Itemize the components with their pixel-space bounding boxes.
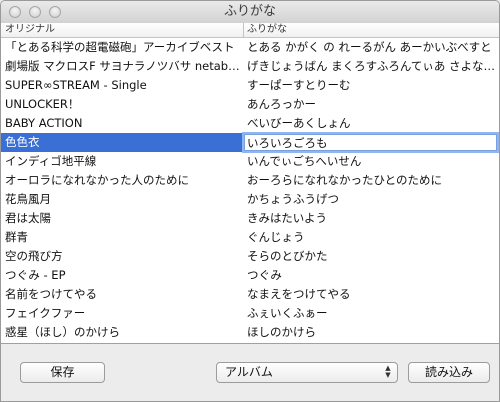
column-divider[interactable] <box>243 23 244 37</box>
original-cell: 「とある科学の超電磁砲」アーカイブベスト <box>5 40 235 54</box>
save-button[interactable]: 保存 <box>20 362 105 383</box>
original-cell: 惑星（ほし）のかけら <box>5 325 120 339</box>
furigana-cell: とある かがく の れーるがん あーかいぶべすと <box>247 40 492 54</box>
original-cell: つぐみ - EP <box>5 268 66 282</box>
furigana-cell: げきじょうばん まくろすふろんてぃあ さよならのつばさ <box>247 59 497 73</box>
table-row[interactable]: 空の飛び方 そらのとびかた <box>1 247 499 266</box>
table-header: オリジナル ふりがな <box>1 23 499 38</box>
original-cell: 君は太陽 <box>5 211 51 225</box>
furigana-cell: おーろらになれなかったひとのために <box>247 173 443 187</box>
table-row[interactable]: 惑星（ほし）のかけら ほしのかけら <box>1 323 499 342</box>
furigana-edit-field[interactable]: いろいろごろも <box>244 134 497 151</box>
column-header-original[interactable]: オリジナル <box>5 23 241 37</box>
up-down-arrows-icon: ▲ ▼ <box>385 364 391 379</box>
table-row[interactable]: 君は太陽 きみはたいよう <box>1 209 499 228</box>
table-row[interactable]: SUPER∞STREAM - Single すーぱーすとりーむ <box>1 76 499 95</box>
furigana-cell: つぐみ <box>247 268 282 282</box>
table-row[interactable]: UNLOCKER！ あんろっかー <box>1 95 499 114</box>
furigana-cell: あんろっかー <box>247 97 316 111</box>
table-body: 「とある科学の超電磁砲」アーカイブベスト とある かがく の れーるがん あーかい… <box>1 38 499 342</box>
original-cell: 色色衣 <box>5 135 40 149</box>
original-cell: 名前をつけてやる <box>5 287 97 301</box>
original-cell: 花鳥風月 <box>5 192 51 206</box>
original-cell: 空の飛び方 <box>5 249 63 263</box>
furigana-cell: きみはたいよう <box>247 211 328 225</box>
furigana-cell: すーぱーすとりーむ <box>247 78 351 92</box>
table-row-selected[interactable]: 色色衣 いろいろごろも <box>1 133 499 152</box>
furigana-cell: ふぇいくふぁー <box>247 306 328 320</box>
original-cell: インディゴ地平線 <box>5 154 97 168</box>
column-header-furigana[interactable]: ふりがな <box>247 23 497 37</box>
original-cell: UNLOCKER！ <box>5 97 80 111</box>
furigana-table[interactable]: オリジナル ふりがな 「とある科学の超電磁砲」アーカイブベスト とある かがく の… <box>1 23 499 344</box>
window-title: ふりがな <box>223 4 276 19</box>
furigana-cell: ほしのかけら <box>247 325 316 339</box>
original-cell: SUPER∞STREAM - Single <box>5 78 147 92</box>
furigana-cell: ぐんじょう <box>247 230 305 244</box>
category-select[interactable]: アルバム ▲ ▼ <box>216 362 398 383</box>
furigana-cell: べいびーあくしょん <box>247 116 351 130</box>
original-cell: オーロラになれなかった人のために <box>5 173 189 187</box>
table-row[interactable]: 名前をつけてやる なまえをつけてやる <box>1 285 499 304</box>
furigana-cell: かちょうふうげつ <box>247 192 339 206</box>
table-row[interactable]: 「とある科学の超電磁砲」アーカイブベスト とある かがく の れーるがん あーかい… <box>1 38 499 57</box>
table-row[interactable]: フェイクファー ふぇいくふぁー <box>1 304 499 323</box>
table-row[interactable]: 群青 ぐんじょう <box>1 228 499 247</box>
title-bar: ふりがな <box>1 1 499 24</box>
table-row[interactable]: 花鳥風月 かちょうふうげつ <box>1 190 499 209</box>
original-cell: BABY ACTION <box>5 116 83 130</box>
original-cell: フェイクファー <box>5 306 86 320</box>
table-row[interactable]: BABY ACTION べいびーあくしょん <box>1 114 499 133</box>
table-row[interactable]: オーロラになれなかった人のために おーろらになれなかったひとのために <box>1 171 499 190</box>
table-row[interactable]: インディゴ地平線 いんでぃごちへいせん <box>1 152 499 171</box>
original-cell: 劇場版 マクロスF サヨナラノツバサ netabare album <box>5 59 241 73</box>
load-button[interactable]: 読み込み <box>408 362 490 383</box>
category-select-value: アルバム <box>225 365 273 379</box>
furigana-window: ふりがな オリジナル ふりがな 「とある科学の超電磁砲」アーカイブベスト とある … <box>0 0 500 402</box>
furigana-cell: いんでぃごちへいせん <box>247 154 362 168</box>
furigana-cell: そらのとびかた <box>247 249 328 263</box>
original-cell: 群青 <box>5 230 28 244</box>
table-row[interactable]: 劇場版 マクロスF サヨナラノツバサ netabare album げきじょうばん… <box>1 57 499 76</box>
table-row[interactable]: つぐみ - EP つぐみ <box>1 266 499 285</box>
furigana-cell: なまえをつけてやる <box>247 287 351 301</box>
